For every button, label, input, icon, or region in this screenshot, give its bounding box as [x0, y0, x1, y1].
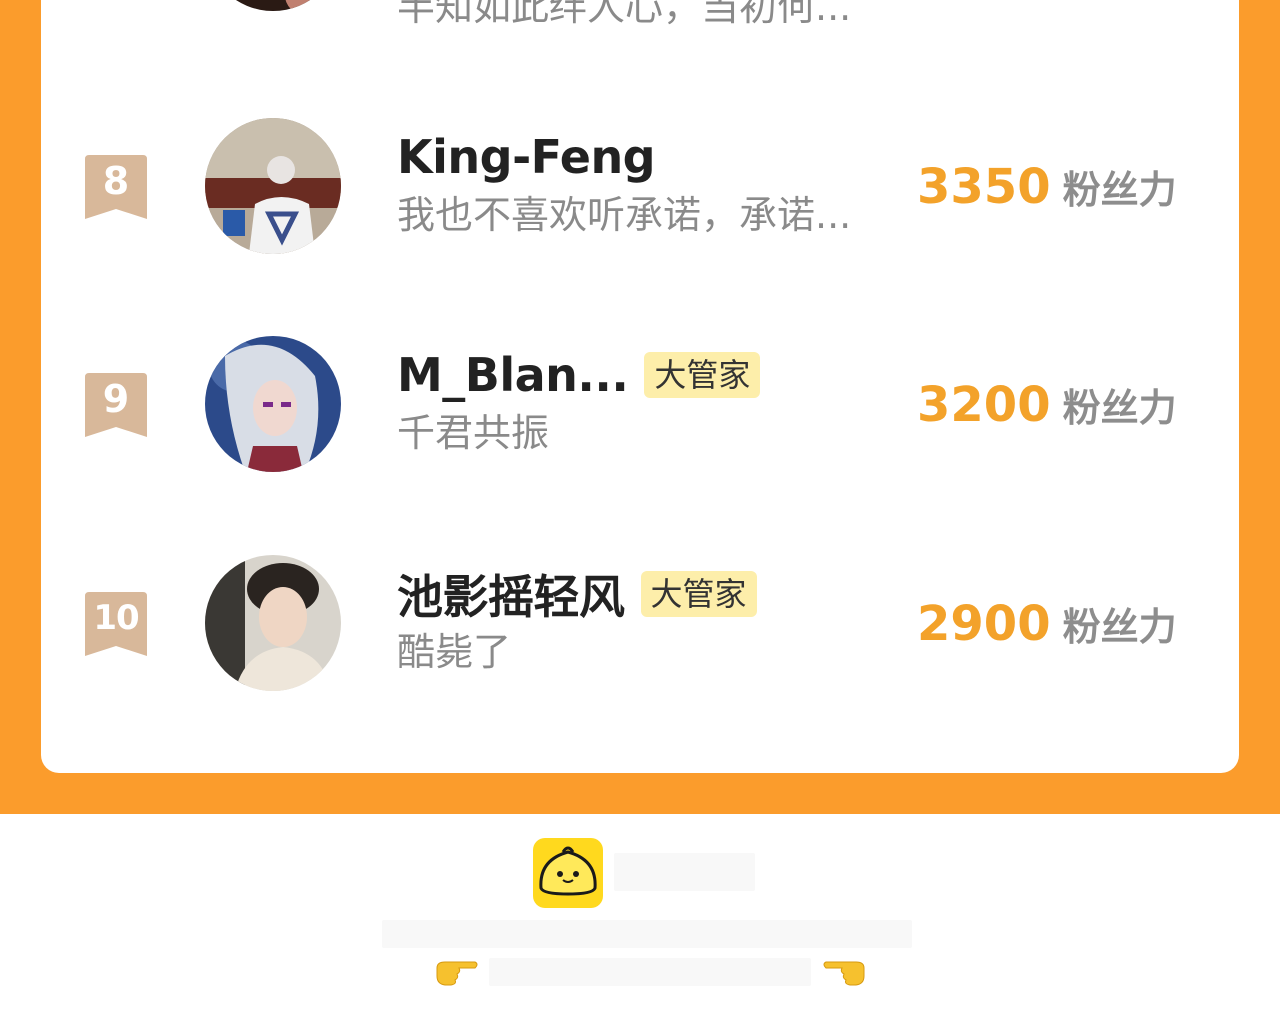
name-line: 池影摇轻风 大管家: [397, 566, 757, 624]
footer-line-placeholder: [382, 920, 912, 948]
rank-badge: 9: [85, 373, 147, 437]
avatar[interactable]: [205, 336, 341, 472]
rank-number: 9: [102, 377, 130, 421]
score-unit: 粉丝力: [1062, 386, 1177, 430]
avatar[interactable]: [205, 0, 341, 11]
name-line: King-Feng: [397, 129, 656, 185]
bun-mascot-icon[interactable]: [533, 838, 603, 908]
rank-number: 10: [93, 598, 139, 638]
steward-tag: 大管家: [644, 352, 761, 398]
ranking-card: 半知如此绊人心，当初何... 8 King-Feng 我也不喜欢听承诺，承诺..…: [41, 0, 1239, 773]
app-name-placeholder: [614, 853, 755, 891]
avatar[interactable]: [205, 555, 341, 691]
rank-badge: 8: [85, 155, 147, 219]
fan-power-score: 3350 粉丝力: [917, 157, 1177, 217]
fan-power-score: 2900 粉丝力: [917, 594, 1177, 654]
name-line: M_Blan... 大管家: [397, 347, 761, 403]
user-name[interactable]: King-Feng: [397, 130, 656, 184]
user-name[interactable]: M_Blan...: [397, 348, 629, 402]
user-name[interactable]: 池影摇轻风: [397, 561, 625, 627]
score-value: 3350: [917, 159, 1051, 215]
ranking-row[interactable]: 10 池影摇轻风 大管家 酷毙了 2900 粉丝力: [41, 542, 1239, 702]
pointing-left-hand-icon: [822, 954, 866, 990]
rank-number: 8: [102, 159, 130, 203]
score-unit: 粉丝力: [1062, 605, 1177, 649]
user-motto: 酷毙了: [397, 630, 512, 674]
footer-link-placeholder[interactable]: [489, 958, 811, 986]
ranking-row-partial[interactable]: 半知如此绊人心，当初何...: [41, 0, 1239, 35]
steward-tag: 大管家: [640, 571, 757, 617]
user-motto: 半知如此绊人心，当初何...: [397, 0, 852, 29]
score-unit: 粉丝力: [1062, 168, 1177, 212]
ranking-row[interactable]: 9 M_Blan... 大管家 千君共振 3200 粉丝力: [41, 323, 1239, 483]
ranking-row[interactable]: 8 King-Feng 我也不喜欢听承诺，承诺... 3350 粉丝力: [41, 105, 1239, 265]
score-value: 2900: [917, 596, 1051, 652]
pointing-right-hand-icon: [435, 954, 479, 990]
fan-power-score: 3200 粉丝力: [917, 375, 1177, 435]
avatar[interactable]: [205, 118, 341, 254]
score-value: 3200: [917, 377, 1051, 433]
rank-badge: 10: [85, 592, 147, 656]
user-motto: 我也不喜欢听承诺，承诺...: [397, 193, 852, 237]
user-motto: 千君共振: [397, 411, 550, 455]
